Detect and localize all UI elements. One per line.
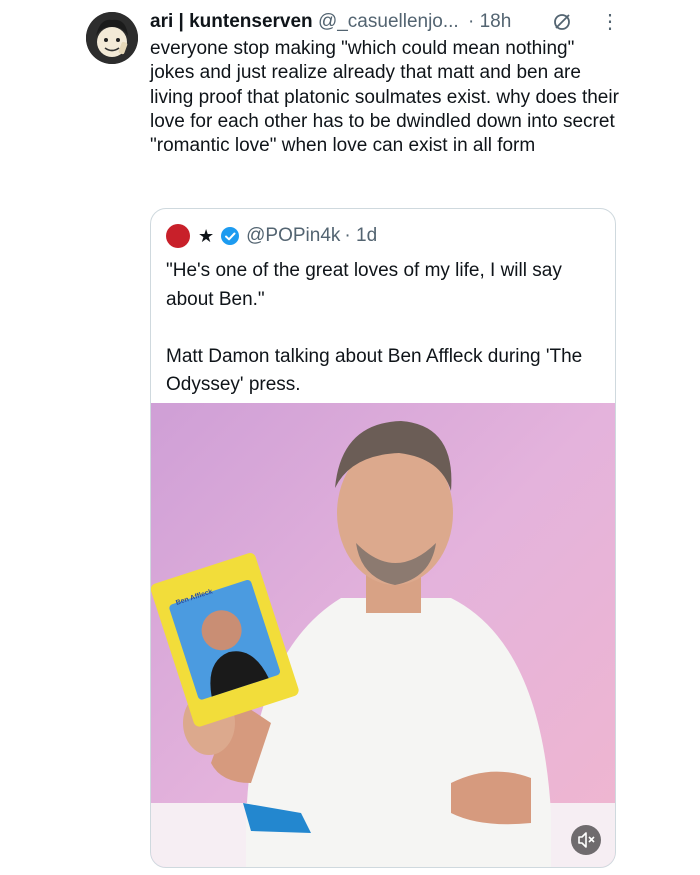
tweet-header: ari | kuntenserven @_casuellenjo... · 18…: [150, 10, 620, 36]
quoted-tweet-video[interactable]: Ben Affleck: [151, 403, 615, 867]
quoted-user-avatar[interactable]: [166, 224, 190, 248]
tweet-timestamp[interactable]: · 18h: [468, 11, 511, 32]
avatar-illustration: [86, 12, 138, 64]
quoted-display-name[interactable]: ★: [198, 223, 214, 249]
tweet-text: everyone stop making "which could mean n…: [150, 38, 625, 157]
more-icon[interactable]: ⋮: [600, 10, 620, 34]
quoted-tweet-timestamp[interactable]: · 1d: [344, 223, 377, 249]
quoted-user-handle[interactable]: @POPin4k: [246, 223, 340, 249]
verified-icon: [221, 227, 240, 245]
grok-icon[interactable]: [552, 12, 572, 32]
user-handle[interactable]: @_casuellenjo...: [318, 11, 459, 32]
volume-mute-icon: [578, 832, 595, 848]
display-name[interactable]: ari | kuntenserven: [150, 11, 313, 32]
video-frame: Ben Affleck: [151, 403, 615, 867]
quoted-tweet-text: "He's one of the great loves of my life,…: [166, 260, 583, 395]
quoted-tweet-card[interactable]: ★ @POPin4k · 1d "He's one of the great l…: [150, 208, 616, 868]
mute-button[interactable]: [571, 825, 601, 855]
quoted-tweet-header: ★ @POPin4k · 1d: [166, 223, 596, 249]
user-avatar[interactable]: [86, 12, 138, 64]
